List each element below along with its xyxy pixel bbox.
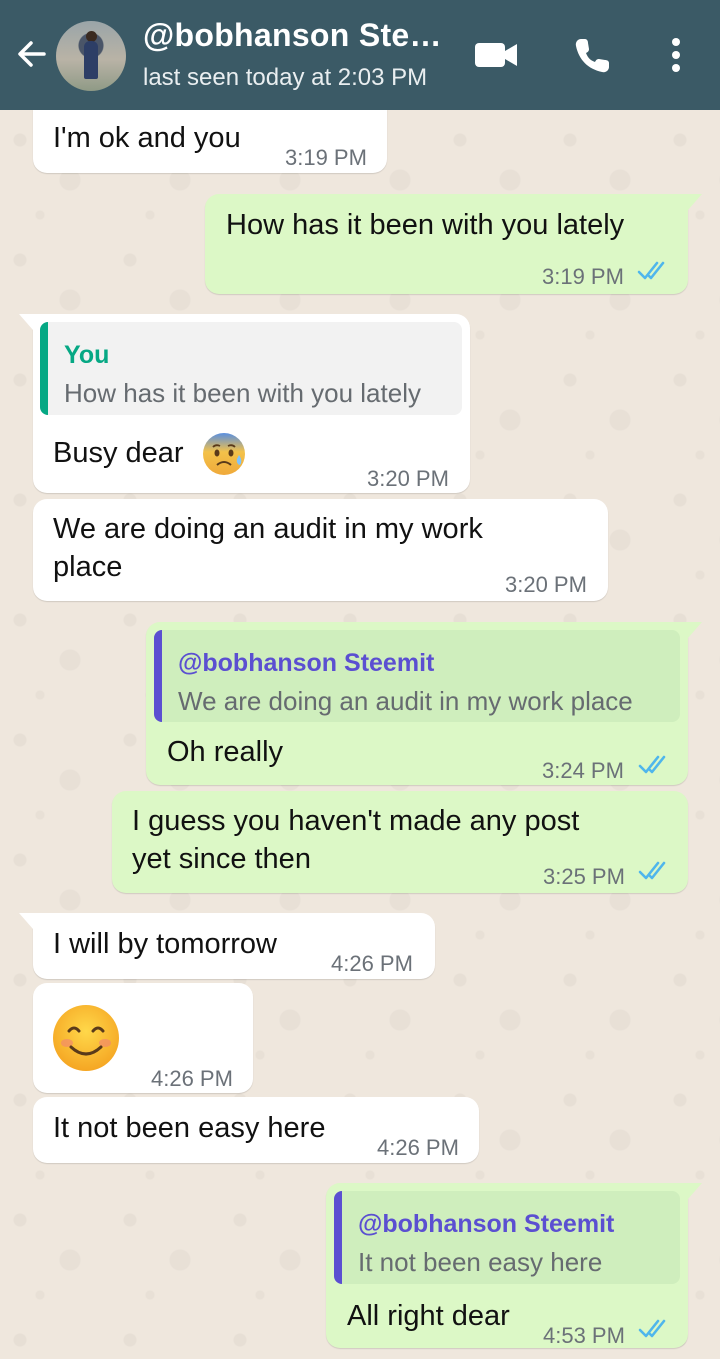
message-incoming-reply[interactable]: You How has it been with you lately Busy… <box>19 314 470 493</box>
message-text: All right dear <box>347 1300 510 1332</box>
arrow-left-icon[interactable] <box>14 36 50 72</box>
quote-text: We are doing an audit in my work place <box>178 686 633 716</box>
avatar[interactable] <box>56 21 126 91</box>
double-check-read-icon <box>638 861 666 880</box>
message-text: Oh really <box>167 736 284 768</box>
message-time: 4:53 PM <box>543 1323 625 1348</box>
message-outgoing-reply[interactable]: @bobhanson Steemit It not been easy here… <box>326 1183 702 1348</box>
message-incoming[interactable]: It not been easy here 4:26 PM <box>33 1097 479 1163</box>
smiling-face-icon <box>53 1005 119 1071</box>
message-time: 3:20 PM <box>505 572 587 597</box>
message-time: 3:25 PM <box>543 864 625 889</box>
message-time: 3:24 PM <box>542 758 624 783</box>
message-text-line-1: I guess you haven't made any post <box>132 805 580 837</box>
message-text-line-1: We are doing an audit in my work <box>53 513 483 545</box>
double-check-read-icon <box>637 261 665 280</box>
message-incoming-emoji[interactable]: 4:26 PM <box>33 983 253 1093</box>
message-time: 3:19 PM <box>285 145 367 170</box>
message-outgoing[interactable]: I guess you haven't made any post yet si… <box>112 791 688 893</box>
quote-author: You <box>64 341 110 369</box>
message-time: 3:20 PM <box>367 466 449 491</box>
video-camera-icon[interactable] <box>474 38 518 72</box>
quote-author: @bobhanson Steemit <box>358 1210 615 1238</box>
message-text-content: Busy dear <box>53 437 184 469</box>
message-text: It not been easy here <box>53 1112 326 1144</box>
message-time: 3:19 PM <box>542 264 624 289</box>
quoted-message[interactable]: @bobhanson Steemit It not been easy here <box>334 1191 680 1284</box>
quoted-message[interactable]: @bobhanson Steemit We are doing an audit… <box>154 630 680 722</box>
message-incoming[interactable]: I will by tomorrow 4:26 PM <box>19 913 435 979</box>
message-time: 4:26 PM <box>151 1066 233 1091</box>
message-text-line-2: yet since then <box>132 843 311 875</box>
more-vertical-icon[interactable] <box>662 36 690 76</box>
message-text-line-2: place <box>53 551 123 583</box>
message-incoming[interactable]: We are doing an audit in my work place 3… <box>33 499 608 601</box>
message-text: I'm ok and you <box>53 122 241 154</box>
message-time: 4:26 PM <box>331 951 413 976</box>
anxious-face-with-sweat-icon <box>203 433 245 475</box>
quote-author: @bobhanson Steemit <box>178 649 435 677</box>
phone-icon[interactable] <box>572 36 612 76</box>
quote-text: It not been easy here <box>358 1247 603 1277</box>
message-outgoing-reply[interactable]: @bobhanson Steemit We are doing an audit… <box>146 622 702 785</box>
message-outgoing[interactable]: How has it been with you lately 3:19 PM <box>205 194 702 294</box>
quoted-message[interactable]: You How has it been with you lately <box>40 322 462 415</box>
message-time: 4:26 PM <box>377 1135 459 1160</box>
double-check-read-icon <box>638 755 666 774</box>
quote-text: How has it been with you lately <box>64 378 421 408</box>
double-check-read-icon <box>638 1319 666 1338</box>
message-text: Busy dear <box>53 434 184 472</box>
message-text: How has it been with you lately <box>226 209 625 241</box>
contact-name[interactable]: @bobhanson Ste… <box>143 17 453 54</box>
chat-header: @bobhanson Ste… last seen today at 2:03 … <box>0 0 720 110</box>
message-text: I will by tomorrow <box>53 928 277 960</box>
last-seen-status: last seen today at 2:03 PM <box>143 64 428 91</box>
